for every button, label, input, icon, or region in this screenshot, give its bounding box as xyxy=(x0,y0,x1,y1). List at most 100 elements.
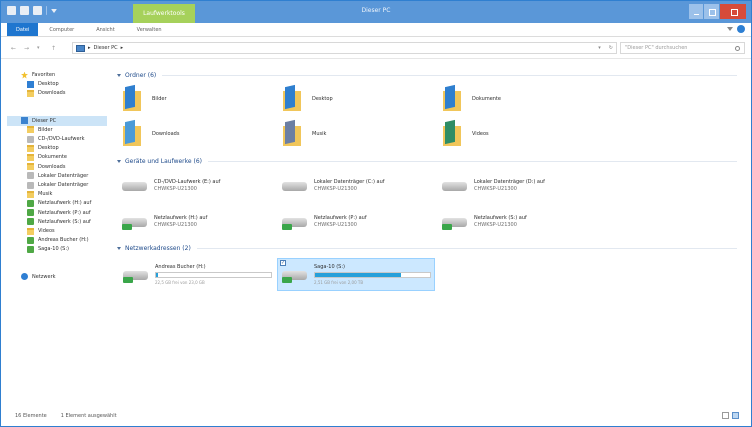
details-view-icon[interactable] xyxy=(722,412,729,419)
folder-label: Musik xyxy=(312,131,327,137)
folder-tile[interactable]: Bilder xyxy=(121,86,167,112)
search-input[interactable]: "Dieser PC" durchsuchen xyxy=(620,42,745,54)
nav-this-pc-item-label: Lokaler Datenträger xyxy=(38,172,89,179)
network-drive-icon xyxy=(282,214,308,230)
drive-tile[interactable]: Lokaler Datenträger (D:) auf CHWKSP-U2130… xyxy=(442,178,545,194)
location-text: Andreas Bucher (H:) 22,5 GB frei von 23,0… xyxy=(155,264,272,286)
drive-icon xyxy=(282,178,308,194)
this-pc-icon xyxy=(21,117,28,125)
drive-icon xyxy=(27,135,34,143)
nav-this-pc-item-label: CD-/DVD-Laufwerk xyxy=(38,136,85,142)
drive-host: CHWKSP-U21300 xyxy=(314,222,357,228)
nav-this-pc-item-label: Netzlaufwerk (P:) auf xyxy=(38,209,91,216)
forward-arrow-icon[interactable]: → xyxy=(24,45,29,52)
folder-label: Bilder xyxy=(152,96,167,102)
help-icon[interactable] xyxy=(737,25,745,33)
network-drive-icon xyxy=(27,218,34,226)
drive-tile[interactable]: Netzlaufwerk (P:) auf CHWKSP-U21300 xyxy=(282,214,367,230)
folder-tile[interactable]: Dokumente xyxy=(441,86,501,112)
location-free-space: 22,5 GB frei von 23,0 GB xyxy=(155,279,205,285)
nav-favorite-item[interactable]: Downloads xyxy=(27,88,65,98)
collapse-icon xyxy=(117,159,121,163)
drive-text: Netzlaufwerk (H:) auf CHWKSP-U21300 xyxy=(154,215,207,229)
network-drive-icon xyxy=(442,214,468,230)
close-button[interactable] xyxy=(720,4,746,19)
tiles-view-icon[interactable] xyxy=(732,412,739,419)
network-drive-icon xyxy=(27,199,34,207)
nav-this-pc-item-label: Saga-10 (S:) xyxy=(38,246,69,253)
folder-tile[interactable]: Downloads xyxy=(121,121,179,147)
drive-name: Lokaler Datenträger (C:) auf xyxy=(314,179,385,185)
folder-tile[interactable]: Desktop xyxy=(281,86,333,112)
network-location-tile[interactable]: Andreas Bucher (H:) 22,5 GB frei von 23,0… xyxy=(119,258,277,291)
nav-this-pc-item-label: Lokaler Datenträger xyxy=(38,182,89,188)
folder-label: Desktop xyxy=(312,96,333,102)
nav-this-pc-item-label: Videos xyxy=(38,228,55,234)
search-icon[interactable] xyxy=(735,45,740,51)
drive-text: Lokaler Datenträger (C:) auf CHWKSP-U2130… xyxy=(314,179,385,193)
minimize-button[interactable] xyxy=(689,4,703,19)
address-history-icon[interactable]: ▾ xyxy=(598,45,601,51)
tab-view[interactable]: Ansicht xyxy=(85,23,125,36)
up-arrow-icon[interactable]: ↑ xyxy=(51,45,56,52)
folder-tile[interactable]: Musik xyxy=(281,121,326,147)
maximize-button[interactable] xyxy=(704,4,719,19)
network-location-tile[interactable]: ✓ Saga-10 (S:) 2,51 GB frei von 2,00 TB xyxy=(277,258,435,291)
folder-icon xyxy=(27,227,34,235)
drive-name: Netzlaufwerk (P:) auf xyxy=(314,215,367,221)
back-arrow-icon[interactable]: ← xyxy=(11,45,16,52)
folder-label: Videos xyxy=(472,131,489,137)
nav-this-pc-item[interactable]: Saga-10 (S:) xyxy=(27,244,69,254)
group-header-network-locations[interactable]: Netzwerkadressen (2) xyxy=(117,243,737,253)
nav-this-pc-item-label: Musik xyxy=(38,191,53,198)
capacity-bar-fill xyxy=(156,272,159,277)
drive-tile[interactable]: Netzlaufwerk (H:) auf CHWKSP-U21300 xyxy=(122,214,207,230)
folder-label: Dokumente xyxy=(472,96,501,102)
tab-computer[interactable]: Computer xyxy=(38,23,85,36)
drive-name: Netzlaufwerk (S:) auf xyxy=(474,215,527,221)
nav-this-pc[interactable]: Dieser PC xyxy=(7,115,107,126)
drive-tile[interactable]: Netzlaufwerk (S:) auf CHWKSP-U21300 xyxy=(442,214,527,230)
tab-manage[interactable]: Verwalten xyxy=(126,23,173,36)
drive-text: CD-/DVD-Laufwerk (E:) auf CHWKSP-U21300 xyxy=(154,179,220,193)
drive-tile[interactable]: CD-/DVD-Laufwerk (E:) auf CHWKSP-U21300 xyxy=(122,178,220,194)
breadcrumb-separator[interactable]: ▸ xyxy=(121,45,124,51)
customize-toolbar-icon[interactable] xyxy=(51,8,57,13)
address-bar[interactable]: ▸ Dieser PC ▸ ▾ ↻ xyxy=(72,42,617,54)
quick-access-toolbar xyxy=(7,6,57,15)
drive-host: CHWKSP-U21300 xyxy=(154,222,197,228)
group-header-folders[interactable]: Ordner (6) xyxy=(117,70,737,80)
network-drive-icon xyxy=(282,267,308,283)
properties-icon[interactable] xyxy=(20,6,29,15)
collapse-icon xyxy=(117,73,121,77)
refresh-icon[interactable]: ↻ xyxy=(609,45,613,51)
explorer-window: Laufwerktools Dieser PC Datei Computer A… xyxy=(0,0,752,427)
expand-ribbon-icon[interactable] xyxy=(727,27,733,31)
tab-file[interactable]: Datei xyxy=(7,23,39,36)
nav-network[interactable]: Netzwerk xyxy=(21,272,56,282)
breadcrumb-this-pc[interactable]: Dieser PC xyxy=(94,45,118,51)
nav-this-pc-item-label: Netzlaufwerk (H:) auf xyxy=(38,200,92,207)
app-icon[interactable] xyxy=(7,6,16,15)
context-tab-drive-tools[interactable]: Laufwerktools xyxy=(133,4,195,23)
group-header-devices[interactable]: Geräte und Laufwerke (6) xyxy=(117,156,737,166)
drive-icon xyxy=(27,181,34,189)
folder-icon xyxy=(27,153,34,161)
new-folder-icon[interactable] xyxy=(33,6,42,15)
drive-icon xyxy=(442,178,468,194)
recent-locations-icon[interactable]: ▾ xyxy=(37,45,40,51)
title-bar[interactable]: Laufwerktools Dieser PC xyxy=(1,1,751,23)
network-drive-icon xyxy=(123,267,149,283)
folder-tile[interactable]: Videos xyxy=(441,121,489,147)
view-switcher xyxy=(722,412,739,419)
location-name: Saga-10 (S:) xyxy=(314,263,345,270)
network-drive-icon xyxy=(27,245,34,253)
favorites-star-icon xyxy=(21,71,28,79)
selection-checkbox[interactable]: ✓ xyxy=(280,260,286,266)
videos-folder-icon xyxy=(441,121,463,147)
location-name: Andreas Bucher (H:) xyxy=(155,263,206,270)
breadcrumb-separator[interactable]: ▸ xyxy=(88,45,91,51)
drive-icon xyxy=(122,178,148,194)
drive-tile[interactable]: Lokaler Datenträger (C:) auf CHWKSP-U2130… xyxy=(282,178,385,194)
drive-host: CHWKSP-U21300 xyxy=(474,222,517,228)
